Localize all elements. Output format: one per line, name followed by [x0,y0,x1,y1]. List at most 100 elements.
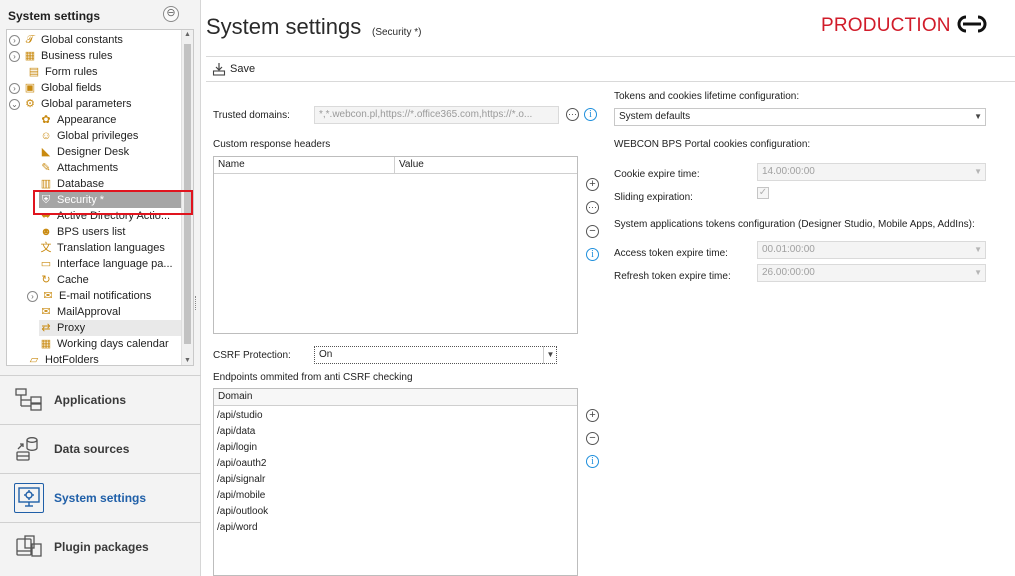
cookie-expire-select[interactable]: 14.00:00:00 ▼ [757,163,986,181]
tree-item[interactable]: › 𝒯 Global constants [9,32,181,48]
info-icon[interactable]: i [586,455,599,468]
grid-header: Domain [214,389,577,406]
tree-item[interactable]: ▦ Working days calendar [39,336,181,352]
endpoints-grid[interactable]: Domain /api/studio/api/data/api/login/ap… [213,388,578,576]
nav-applications[interactable]: Applications [0,375,201,423]
tree-item[interactable]: ✿ Appearance [39,112,181,128]
nav-label: System settings [54,490,147,505]
tree-item[interactable]: ▥ Database [39,176,181,192]
panel-title: System settings [8,9,101,23]
nav-plugin-packages[interactable]: Plugin packages [0,522,201,570]
panel-splitter[interactable] [195,296,197,310]
check-icon: ✓ [758,187,768,198]
system-settings-icon [14,482,44,513]
collapse-panel-icon[interactable]: ⊖ [163,6,179,22]
chevron-down-icon[interactable]: ▼ [974,242,982,258]
grid-header: Name Value [214,157,577,174]
tree-item[interactable]: › ✉ E-mail notifications [27,288,181,304]
tree-item[interactable]: › ▦ Business rules [9,48,181,64]
tree-item[interactable]: ↻ Cache [39,272,181,288]
chevron-down-icon[interactable]: ▼ [974,109,982,125]
access-token-select[interactable]: 00.01:00:00 ▼ [757,241,986,259]
webcon-logo-icon [954,14,990,37]
environment-logo: PRODUCTION [821,14,990,37]
table-row[interactable]: /api/data [217,426,255,437]
tree-item[interactable]: ⌄ ⚙ Global parameters [9,96,181,112]
tree-item[interactable]: ⇄ Proxy [39,320,181,336]
calendar-icon: ▦ [40,338,52,350]
chevron-down-icon[interactable]: ▼ [974,265,982,281]
designer-desk-icon: ◣ [41,146,51,158]
plugin-packages-icon [14,532,44,562]
scroll-up-icon[interactable]: ▲ [182,31,193,38]
chevron-down-icon[interactable]: ▼ [543,346,557,364]
column-header-domain[interactable]: Domain [214,389,252,405]
nav-label: Data sources [54,441,130,456]
table-row[interactable]: /api/mobile [217,490,265,501]
scrollbar-thumb[interactable] [184,44,191,344]
tree-item-label: Form rules [45,66,98,78]
tree-item[interactable]: ▭ Interface language pa... [39,256,181,272]
tree-item[interactable]: › ▣ Global fields [9,80,181,96]
save-button[interactable]: Save [206,62,261,76]
sliding-expiration-checkbox[interactable]: ✓ [757,187,769,199]
collapse-node-icon[interactable]: ⌄ [9,98,20,110]
refresh-token-label: Refresh token expire time: [614,271,731,282]
endpoints-label: Endpoints ommited from anti CSRF checkin… [213,372,413,383]
tree-item-label: Proxy [57,322,86,334]
table-row[interactable]: /api/login [217,442,257,453]
tree-item[interactable]: ◣ Designer Desk [39,144,181,160]
trusted-domains-field[interactable]: *,*.webcon.pl,https://*.office365.com,ht… [314,106,559,124]
expand-node-icon[interactable]: › [27,290,38,302]
tree-item[interactable]: ⛨ Security * [39,192,181,208]
page-subtitle: (Security *) [372,27,422,38]
table-row[interactable]: /api/oauth2 [217,458,267,469]
tree-item-label: HotFolders [45,354,99,366]
add-icon[interactable]: + [586,409,599,422]
tokens-config-select[interactable]: System defaults ▼ [614,108,986,126]
expand-node-icon[interactable]: › [9,82,20,94]
business-rules-icon: ▦ [24,50,36,62]
tree-item[interactable]: ⬌ Active Directory Actio... [39,208,181,224]
add-icon[interactable]: + [586,178,599,191]
tree-item[interactable]: ☻ BPS users list [39,224,181,240]
tree-item-label: Cache [57,274,89,286]
nav-system-settings[interactable]: System settings [0,473,201,521]
tree-item[interactable]: ▤ Form rules [27,64,181,80]
column-header-name[interactable]: Name [214,157,245,173]
chevron-down-icon[interactable]: ▼ [974,164,982,180]
info-icon[interactable]: i [584,108,597,121]
nav-data-sources[interactable]: Data sources [0,424,201,472]
shield-icon: ⛨ [41,194,51,206]
custom-headers-grid[interactable]: Name Value [213,156,578,334]
tree-item[interactable]: ✉ MailApproval [39,304,181,320]
table-row[interactable]: /api/studio [217,410,263,421]
table-row[interactable]: /api/word [217,522,258,533]
tree-item[interactable]: ▱ HotFolders [27,352,181,366]
nav-label: Plugin packages [54,539,149,554]
table-row[interactable]: /api/outlook [217,506,268,517]
database-icon: ▥ [40,178,52,190]
column-header-value[interactable]: Value [394,157,424,173]
tree-item-label: Interface language pa... [57,258,173,270]
edit-icon[interactable]: ··· [586,201,599,214]
tree-scrollbar[interactable]: ▲ ▼ [181,30,193,365]
cookie-expire-value: 14.00:00:00 [762,166,815,177]
expand-node-icon[interactable]: › [9,50,20,62]
more-options-icon[interactable]: ··· [566,108,579,121]
info-icon[interactable]: i [586,248,599,261]
tree-item[interactable]: ✎ Attachments [39,160,181,176]
scroll-down-icon[interactable]: ▼ [182,357,193,364]
tree-item[interactable]: ☺ Global privileges [39,128,181,144]
data-sources-icon [14,434,44,464]
tree-item[interactable]: 文 Translation languages [39,240,181,256]
remove-icon[interactable]: − [586,225,599,238]
tree-item-label: E-mail notifications [59,290,152,302]
remove-icon[interactable]: − [586,432,599,445]
refresh-token-select[interactable]: 26.00:00:00 ▼ [757,264,986,282]
users-icon: ☻ [40,226,52,238]
csrf-protection-select[interactable]: On [314,346,557,364]
expand-node-icon[interactable]: › [9,34,20,46]
table-row[interactable]: /api/signalr [217,474,265,485]
tree-item-label: Database [57,178,105,190]
